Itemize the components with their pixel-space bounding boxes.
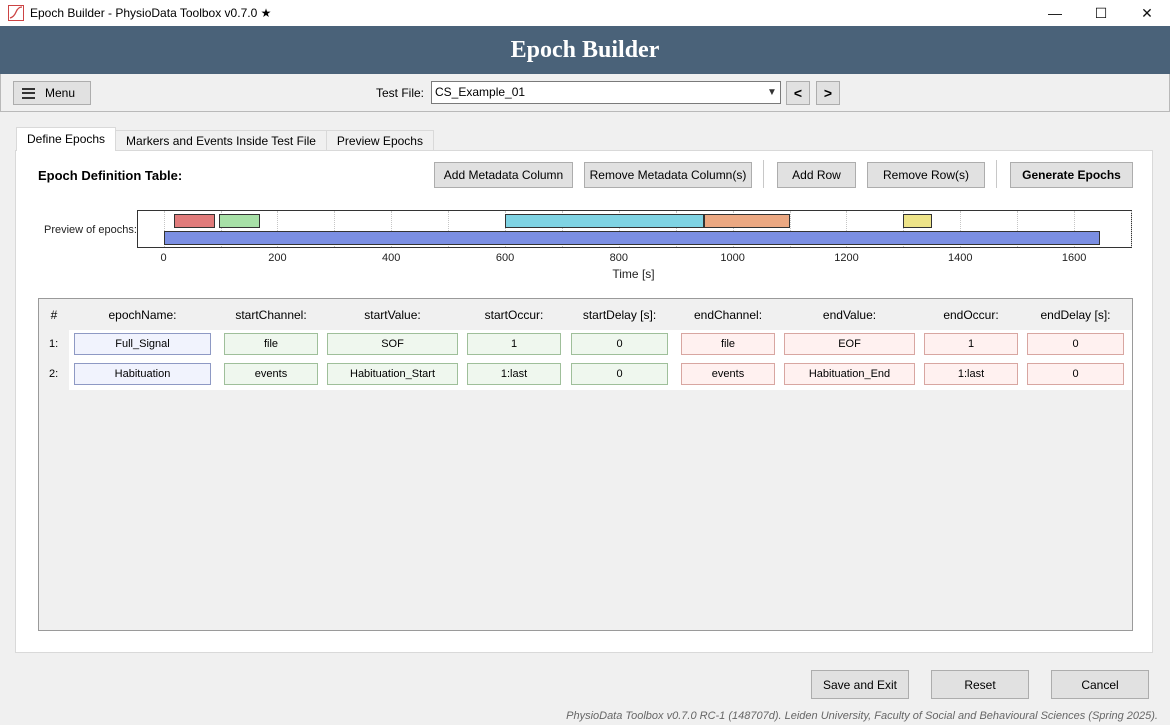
minimize-button[interactable]: — [1032,0,1078,26]
table-cell-input[interactable]: 0 [571,333,668,355]
column-header: startDelay [s]: [582,308,657,322]
chevron-down-icon[interactable]: ▼ [764,82,780,103]
table-cell-input[interactable]: SOF [327,333,458,355]
tab-preview-epochs[interactable]: Preview Epochs [325,130,434,151]
menu-button-label: Menu [45,86,76,100]
remove-row-button[interactable]: Remove Row(s) [867,162,985,188]
page-title: Epoch Builder [510,36,660,63]
row-number-label: 1: [49,338,59,350]
test-file-value: CS_Example_01 [435,85,526,99]
x-tick-label: 1600 [1061,252,1087,264]
add-metadata-column-button[interactable]: Add Metadata Column [434,162,573,188]
previous-file-button[interactable]: < [786,81,810,105]
epoch-bar-3 [704,214,790,228]
table-cell-input[interactable]: EOF [784,333,915,355]
epoch-bar-0 [173,214,215,228]
menu-button[interactable]: Menu [13,81,91,105]
table-cell-input[interactable]: events [681,363,775,385]
remove-metadata-column-button[interactable]: Remove Metadata Column(s) [584,162,752,188]
column-header: startValue: [364,308,421,322]
table-cell-input[interactable]: file [224,333,318,355]
tab-markers-events[interactable]: Markers and Events Inside Test File [115,130,327,151]
epoch-definition-table: # epochName: startChannel: startValue: star… [38,298,1133,631]
column-header: epochName: [108,308,177,322]
x-tick-label: 400 [382,252,401,264]
column-header: startOccur: [484,308,544,322]
reset-button[interactable]: Reset [931,670,1029,699]
table-cell-input[interactable]: 1:last [467,363,561,385]
x-tick-label: 600 [495,252,515,264]
close-button[interactable]: ✕ [1124,0,1170,26]
next-file-button[interactable]: > [816,81,840,105]
toolbar-divider [996,160,997,188]
x-tick-label: 1000 [720,252,745,264]
maximize-button[interactable]: ☐ [1078,0,1124,26]
table-cell-input[interactable]: 1 [924,333,1018,355]
window-title: Epoch Builder - PhysioData Toolbox v0.7.… [30,6,272,20]
test-file-select[interactable]: CS_Example_01 ▼ [431,81,781,104]
column-header: endDelay [s]: [1040,308,1111,322]
tab-define-epochs[interactable]: Define Epochs [16,127,117,151]
toolbar-divider [763,160,764,188]
row-number-label: 2: [49,368,59,380]
tab-bar: Define Epochs Markers and Events Inside … [16,127,434,151]
table-cell-input[interactable]: Habituation_End [784,363,915,385]
toolbar: Menu Test File: CS_Example_01 ▼ < > [0,74,1170,112]
epoch-bar-1 [219,214,261,228]
x-tick-label: 0 [160,252,167,264]
table-cell-input[interactable]: file [681,333,775,355]
x-tick-label: 1400 [948,252,973,264]
epoch-bar-2 [505,214,705,228]
window-titlebar: Epoch Builder - PhysioData Toolbox v0.7.… [0,0,1170,26]
epoch-bar-4 [903,214,932,228]
column-header: endOccur: [943,308,999,322]
table-cell-input[interactable]: Full_Signal [74,333,211,355]
table-cell-input[interactable]: 0 [1027,363,1124,385]
table-cell-input[interactable]: 1:last [924,363,1018,385]
save-and-exit-button[interactable]: Save and Exit [811,670,909,699]
table-cell-input[interactable]: 0 [571,363,668,385]
hamburger-icon [22,87,35,99]
footer-credits: PhysioData Toolbox v0.7.0 RC-1 (148707d)… [566,710,1158,722]
x-axis-label: Time [s] [612,267,655,281]
epoch-preview-plot [137,210,1132,248]
epoch-table-title: Epoch Definition Table: [38,168,183,183]
x-tick-label: 200 [268,252,287,264]
column-header: endValue: [822,308,877,322]
table-cell-input[interactable]: 0 [1027,333,1124,355]
table-cell-input[interactable]: events [224,363,318,385]
x-tick-label: 800 [609,252,629,264]
preview-label: Preview of epochs: [44,224,137,236]
app-header: Epoch Builder [0,26,1170,74]
test-file-label: Test File: [376,86,425,100]
epoch-bar-5 [163,231,1100,245]
app-icon [8,5,24,21]
generate-epochs-button[interactable]: Generate Epochs [1010,162,1133,188]
table-cell-input[interactable]: Habituation_Start [327,363,458,385]
grid-line [1131,211,1132,247]
x-tick-label: 1200 [834,252,859,264]
row-number-header: # [50,308,58,322]
column-header: endChannel: [693,308,763,322]
define-epochs-panel: Epoch Definition Table: Add Metadata Col… [15,150,1153,653]
table-cell-input[interactable]: Habituation [74,363,211,385]
add-row-button[interactable]: Add Row [777,162,856,188]
cancel-button[interactable]: Cancel [1051,670,1149,699]
column-header: startChannel: [235,308,307,322]
table-cell-input[interactable]: 1 [467,333,561,355]
